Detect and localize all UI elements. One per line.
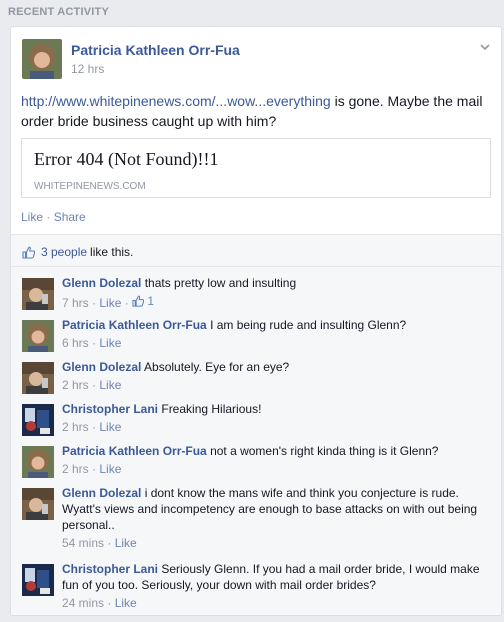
divider [11,266,501,267]
comment-author[interactable]: Glenn Dolezal [62,486,141,500]
avatar[interactable] [22,404,54,436]
avatar[interactable] [22,278,54,310]
comment-like-count[interactable]: 1 [132,293,154,309]
post-timestamp[interactable]: 12 hrs [71,62,104,76]
comment-like-button[interactable]: Like [99,462,121,476]
link-preview-title: Error 404 (Not Found)!!1 [34,149,219,169]
post-author[interactable]: Patricia Kathleen Orr-Fua [71,42,240,58]
avatar[interactable] [22,446,54,478]
comments-area: 3 people like this. Glenn Dolezal thats … [11,234,501,615]
avatar[interactable] [22,564,54,596]
comment-meta: 2 hrs · Like [62,378,122,392]
comment-text: thats pretty low and insulting [144,276,297,290]
section-title: RECENT ACTIVITY [8,6,109,18]
activity-card: Patricia Kathleen Orr-Fua 12 hrs http://… [10,26,502,616]
comment-author[interactable]: Patricia Kathleen Orr-Fua [62,318,207,332]
comment-like-button[interactable]: Like [99,378,121,392]
comment-meta: 6 hrs · Like [62,336,122,350]
avatar-image [22,564,54,596]
comment-author[interactable]: Glenn Dolezal [62,360,141,374]
comment-timestamp[interactable]: 6 hrs [62,336,89,350]
comment-author[interactable]: Christopher Lani [62,562,158,576]
comment-like-button[interactable]: Like [115,536,137,550]
avatar-image [22,404,54,436]
post-link[interactable]: http://www.whitepinenews.com/...wow...ev… [21,93,331,109]
thumbs-up-icon [22,246,35,259]
comment-timestamp[interactable]: 2 hrs [62,462,89,476]
post-header: Patricia Kathleen Orr-Fua 12 hrs [11,27,501,83]
likes-suffix: like this. [90,245,134,259]
chevron-down-icon[interactable] [479,41,491,53]
comment-timestamp[interactable]: 54 mins [62,536,104,550]
link-preview-card[interactable]: Error 404 (Not Found)!!1 WHITEPINENEWS.C… [21,138,491,198]
comment-meta: 24 mins · Like [62,596,137,610]
action-separator: · [43,210,54,224]
avatar[interactable] [22,488,54,520]
link-preview-domain: WHITEPINENEWS.COM [34,181,146,192]
avatar-image [22,39,62,79]
comment-like-button[interactable]: Like [99,336,121,350]
comment-author[interactable]: Christopher Lani [62,402,158,416]
comment-timestamp[interactable]: 24 mins [62,596,104,610]
comment-meta: 2 hrs · Like [62,420,122,434]
comment-like-button[interactable]: Like [115,596,137,610]
avatar-image [22,446,54,478]
comment-text: Freaking Hilarious! [161,402,262,416]
avatar[interactable] [22,39,62,79]
comment-meta: 2 hrs · Like [62,462,122,476]
comment-meta: 54 mins · Like [62,536,137,550]
comment-like-button[interactable]: Like [99,420,121,434]
like-button[interactable]: Like [21,210,43,224]
comment-text: not a women's right kinda thing is it Gl… [210,444,439,458]
avatar-image [22,278,54,310]
comment-text: Absolutely. Eye for an eye? [144,360,290,374]
comment-timestamp[interactable]: 2 hrs [62,378,89,392]
avatar[interactable] [22,320,54,352]
comment-timestamp[interactable]: 2 hrs [62,420,89,434]
post-actions: Like · Share [21,210,86,224]
comment-text: I am being rude and insulting Glenn? [210,318,407,332]
like-count-value: 1 [147,294,155,308]
avatar-image [22,488,54,520]
avatar-image [22,362,54,394]
likes-count[interactable]: 3 people [41,245,87,259]
avatar[interactable] [22,362,54,394]
comment-author[interactable]: Glenn Dolezal [62,276,141,290]
post-text: http://www.whitepinenews.com/...wow...ev… [21,91,491,131]
share-button[interactable]: Share [54,210,86,224]
comment-like-button[interactable]: Like [99,296,121,310]
avatar-image [22,320,54,352]
comment-timestamp[interactable]: 7 hrs [62,296,89,310]
comment-author[interactable]: Patricia Kathleen Orr-Fua [62,444,207,458]
comment-meta: 7 hrs · Like · 1 [62,293,155,310]
thumbs-up-icon [132,295,145,307]
likes-summary: 3 people like this. [22,245,133,259]
